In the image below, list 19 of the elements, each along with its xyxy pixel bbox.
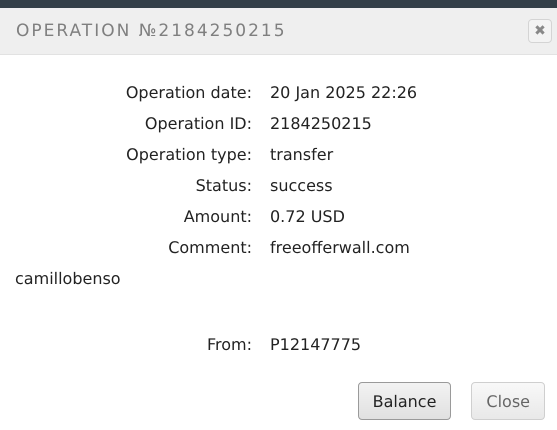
field-value: 20 Jan 2025 22:26 xyxy=(270,83,418,102)
field-value: 2184250215 xyxy=(270,114,373,133)
dialog-title: OPERATION №2184250215 xyxy=(16,21,287,41)
field-label: Operation type: xyxy=(125,145,252,164)
close-icon[interactable]: ✖ xyxy=(528,19,552,43)
field-label: Amount: xyxy=(182,207,252,226)
balance-button[interactable]: Balance xyxy=(358,382,452,420)
field-label: Operation date: xyxy=(124,83,252,102)
field-value: transfer xyxy=(270,145,334,164)
field-value: success xyxy=(270,176,334,195)
field-label: Status: xyxy=(194,176,252,195)
field-value: 0.72 USD xyxy=(270,207,346,226)
field-label: Comment: xyxy=(167,238,252,257)
field-value: P12147775 xyxy=(270,335,362,354)
field-value: camillobenso xyxy=(15,269,121,288)
field-value: freeofferwall.com xyxy=(270,238,411,257)
field-label: From: xyxy=(206,335,252,354)
field-label: Operation ID: xyxy=(144,114,252,133)
close-button[interactable]: Close xyxy=(471,382,545,420)
